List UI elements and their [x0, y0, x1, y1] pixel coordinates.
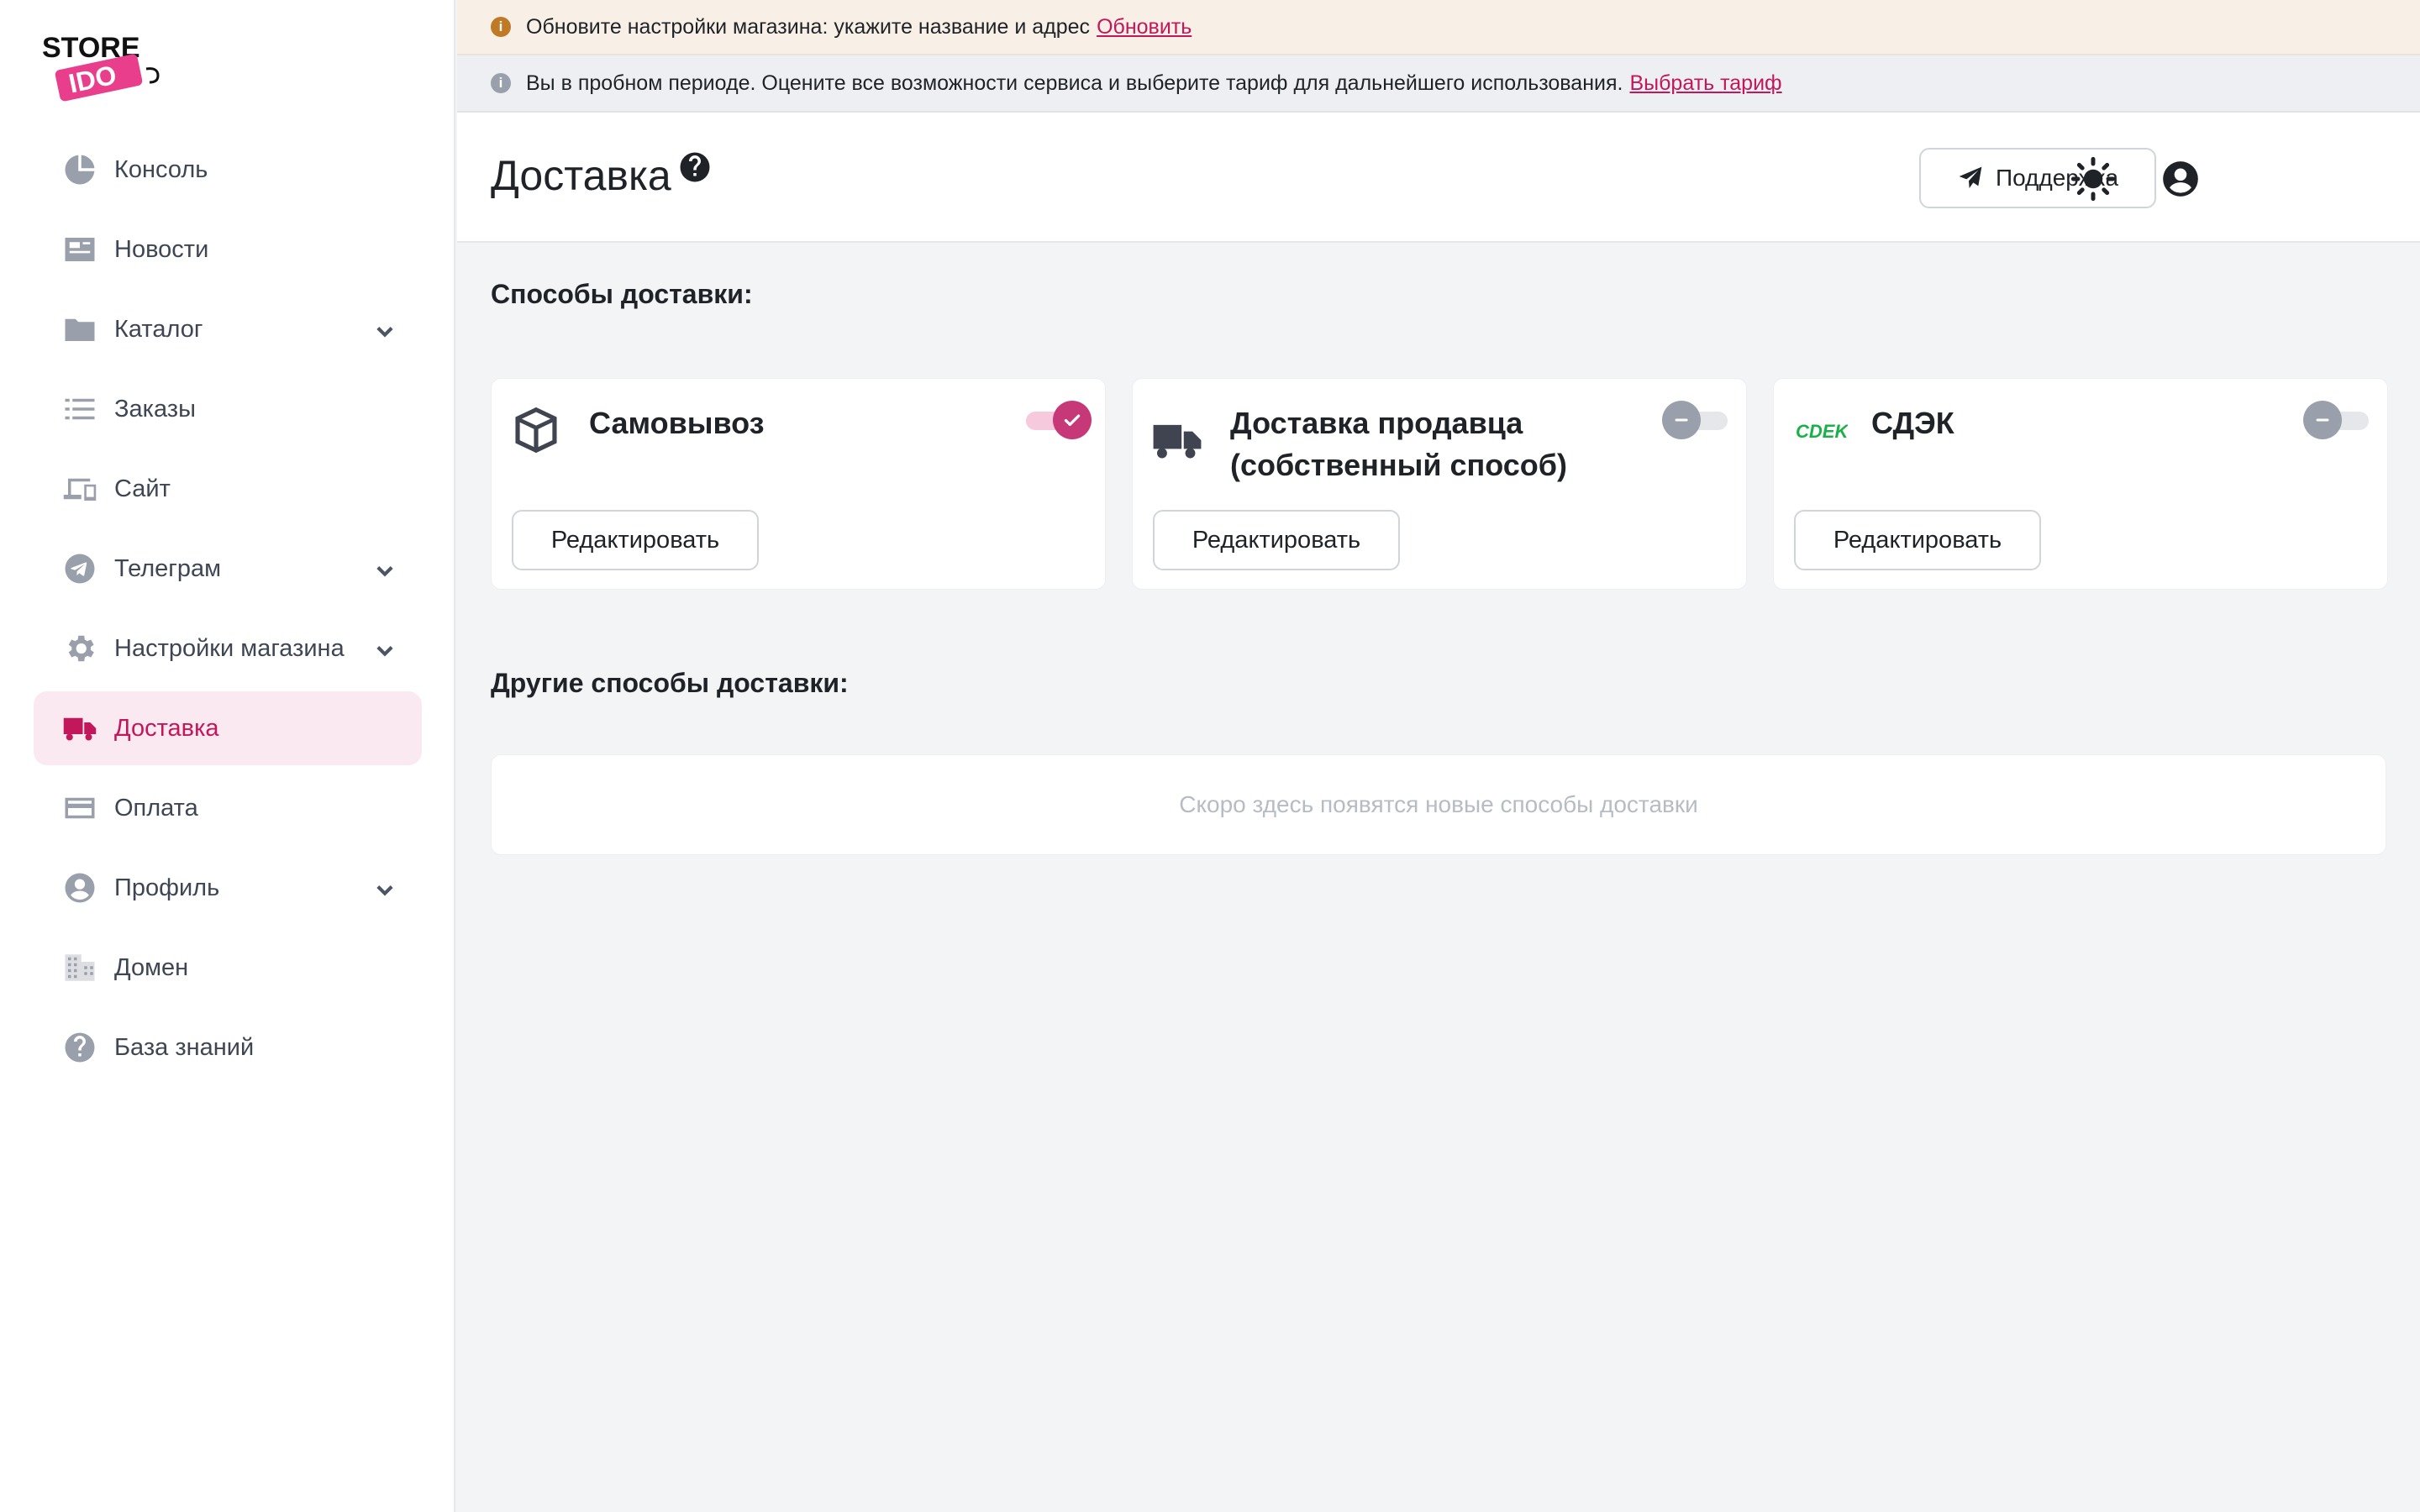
sidebar-item-knowledge-base[interactable]: База знаний — [34, 1011, 422, 1084]
pie-chart-icon — [60, 150, 99, 189]
sidebar-item-label: Профиль — [114, 874, 220, 901]
building-icon — [60, 948, 99, 987]
delivery-methods-title: Способы доставки: — [491, 279, 753, 309]
sidebar-item-label: Сайт — [114, 475, 171, 502]
sidebar-item-profile[interactable]: Профиль — [34, 851, 422, 925]
seller-delivery-toggle[interactable] — [1662, 401, 1728, 439]
newspaper-icon — [60, 230, 99, 269]
toggle-knob — [2303, 401, 2342, 439]
sidebar-item-store-settings[interactable]: Настройки магазина — [34, 612, 422, 685]
cdek-toggle[interactable] — [2303, 401, 2369, 439]
banner-text: Обновите настройки магазина: укажите наз… — [526, 14, 1091, 39]
devices-icon — [60, 470, 99, 508]
card-title: Доставка продавца (собственный способ) — [1230, 406, 1567, 482]
toggle-knob — [1662, 401, 1701, 439]
folder-icon — [60, 310, 99, 349]
info-icon: i — [491, 17, 511, 37]
sidebar-item-label: Заказы — [114, 395, 196, 423]
sidebar-item-label: Доставка — [114, 714, 219, 742]
sidebar-item-telegram[interactable]: Телеграм — [34, 532, 422, 606]
banner-text: Вы в пробном периоде. Оцените все возмож… — [526, 71, 1623, 95]
card-title: СДЭК — [1871, 406, 1954, 440]
update-link[interactable]: Обновить — [1097, 15, 1192, 39]
sun-icon[interactable] — [2070, 156, 2116, 202]
support-button[interactable]: Поддержка — [1919, 148, 2156, 208]
box-icon — [515, 407, 557, 454]
pickup-toggle[interactable] — [1026, 401, 1092, 439]
sidebar-item-label: Каталог — [114, 315, 203, 343]
sidebar-item-payment[interactable]: Оплата — [34, 771, 422, 845]
sidebar-item-news[interactable]: Новости — [34, 213, 422, 286]
other-methods-title: Другие способы доставки: — [491, 668, 849, 698]
user-circle-icon — [60, 869, 99, 907]
trial-info-banner: i Вы в пробном периоде. Оцените все возм… — [457, 55, 2420, 113]
sidebar-item-label: Новости — [114, 235, 209, 263]
store-ido-logo[interactable]: STORE IDO — [39, 29, 173, 104]
empty-state-text: Скоро здесь появятся новые способы доста… — [1179, 791, 1698, 817]
sidebar-item-orders[interactable]: Заказы — [34, 372, 422, 446]
minus-icon — [1675, 418, 1688, 422]
check-icon — [1064, 414, 1081, 427]
choose-plan-link[interactable]: Выбрать тариф — [1629, 71, 1781, 96]
cdek-logo-icon: CDEK — [1796, 421, 1848, 442]
sidebar: STORE IDO Консоль Новости Каталог Заказы… — [0, 0, 455, 1512]
sidebar-item-label: Домен — [114, 953, 189, 981]
chevron-down-icon[interactable] — [373, 638, 397, 662]
edit-button[interactable]: Редактировать — [1153, 510, 1400, 570]
truck-icon — [1153, 424, 1202, 459]
chevron-down-icon[interactable] — [373, 878, 397, 901]
sidebar-item-label: Настройки магазина — [114, 634, 345, 662]
chevron-down-icon[interactable] — [373, 319, 397, 343]
edit-button[interactable]: Редактировать — [512, 510, 759, 570]
sidebar-item-label: Оплата — [114, 794, 198, 822]
truck-icon — [60, 709, 99, 748]
minus-icon — [2316, 418, 2329, 422]
edit-button[interactable]: Редактировать — [1794, 510, 2041, 570]
page-header: Доставка Поддержка — [457, 113, 2420, 243]
account-icon[interactable] — [2160, 158, 2202, 200]
sidebar-item-domain[interactable]: Домен — [34, 931, 422, 1005]
empty-state: Скоро здесь появятся новые способы доста… — [491, 754, 2386, 855]
delivery-card-cdek: CDEK СДЭК Редактировать — [1773, 378, 2388, 590]
sidebar-item-console[interactable]: Консоль — [34, 133, 422, 207]
credit-card-icon — [60, 789, 99, 827]
chevron-down-icon[interactable] — [373, 559, 397, 582]
question-circle-icon[interactable] — [677, 150, 713, 185]
paper-plane-icon — [1959, 166, 1982, 188]
sidebar-item-label: Консоль — [114, 155, 208, 183]
sidebar-item-catalog[interactable]: Каталог — [34, 292, 422, 366]
delivery-card-pickup: Самовывоз Редактировать — [491, 378, 1106, 590]
telegram-icon — [60, 549, 99, 588]
sidebar-item-label: База знаний — [114, 1033, 255, 1061]
question-circle-icon — [60, 1028, 99, 1067]
svg-text:IDO: IDO — [66, 60, 119, 99]
sidebar-item-label: Телеграм — [114, 554, 222, 582]
sidebar-nav: Консоль Новости Каталог Заказы Сайт Теле… — [34, 133, 422, 1090]
page-title: Доставка — [491, 152, 671, 199]
card-title: Самовывоз — [589, 406, 765, 440]
svg-text:CDEK: CDEK — [1796, 421, 1848, 442]
info-icon: i — [491, 73, 511, 93]
gear-icon — [60, 629, 99, 668]
settings-warning-banner: i Обновите настройки магазина: укажите н… — [457, 0, 2420, 55]
sidebar-item-delivery[interactable]: Доставка — [34, 691, 422, 765]
toggle-knob — [1053, 401, 1092, 439]
list-icon — [60, 390, 99, 428]
delivery-card-seller: Доставка продавца (собственный способ) Р… — [1132, 378, 1747, 590]
sidebar-item-site[interactable]: Сайт — [34, 452, 422, 526]
